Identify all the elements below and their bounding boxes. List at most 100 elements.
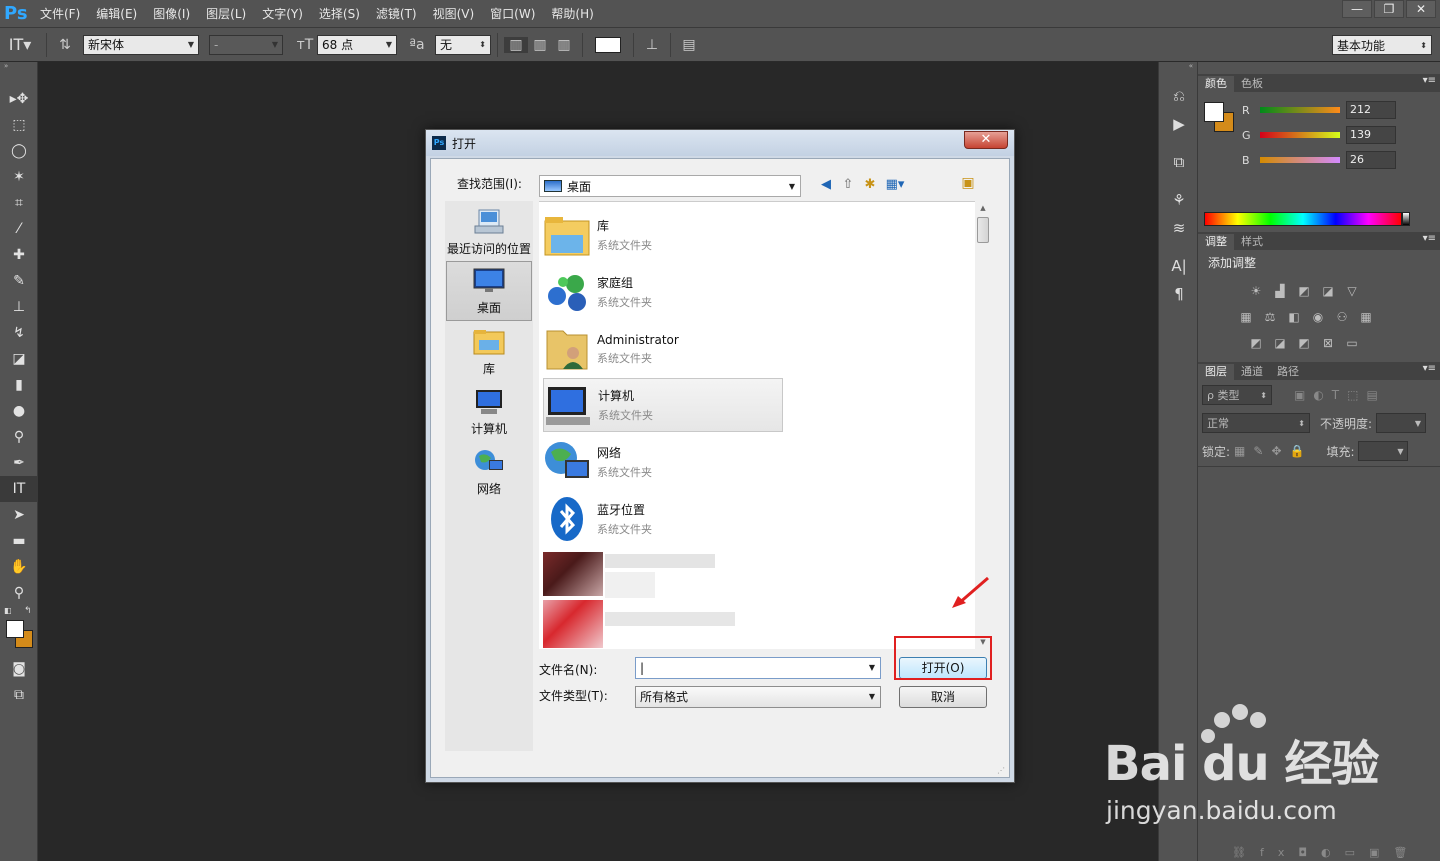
history-panel-icon[interactable]: ⎌: [1159, 82, 1199, 110]
color-balance-icon[interactable]: ⚖: [1258, 310, 1282, 328]
green-value-input[interactable]: 139: [1346, 126, 1396, 144]
menu-window[interactable]: 窗口(W): [482, 0, 543, 28]
eyedropper-tool-icon[interactable]: ⁄: [0, 216, 38, 242]
list-item[interactable]: 蓝牙位置 系统文件夹: [543, 492, 783, 546]
vibrance-icon[interactable]: ▽: [1340, 284, 1364, 302]
workspace-select[interactable]: 基本功能 ⬍: [1332, 35, 1432, 55]
cancel-button[interactable]: 取消: [899, 686, 987, 708]
up-folder-icon[interactable]: ⇧: [837, 175, 859, 195]
view-menu-icon[interactable]: ▦▾: [881, 175, 909, 195]
menu-edit[interactable]: 编辑(E): [88, 0, 145, 28]
blue-slider[interactable]: [1260, 157, 1340, 163]
tab-layers[interactable]: 图层: [1198, 364, 1234, 380]
healing-brush-tool-icon[interactable]: ✚: [0, 242, 38, 268]
red-slider[interactable]: [1260, 107, 1340, 113]
shape-tool-icon[interactable]: ▬: [0, 528, 38, 554]
stamp-tool-icon[interactable]: ⊥: [0, 294, 38, 320]
anti-alias-select[interactable]: 无 ⬍: [435, 34, 491, 55]
menu-layer[interactable]: 图层(L): [198, 0, 254, 28]
layer-filter-select[interactable]: ρ 类型 ⬍: [1202, 385, 1272, 405]
color-foreground-swatch[interactable]: [1204, 102, 1224, 122]
paragraph-panel-icon[interactable]: ¶: [1159, 280, 1199, 308]
exposure-icon[interactable]: ◪: [1316, 284, 1340, 302]
dodge-tool-icon[interactable]: ⚲: [0, 424, 38, 450]
levels-icon[interactable]: ▟: [1268, 284, 1292, 302]
magic-wand-tool-icon[interactable]: ✶: [0, 164, 38, 190]
panel-menu-icon[interactable]: ▾≡: [1423, 233, 1436, 244]
panel-menu-icon[interactable]: ▾≡: [1423, 363, 1436, 374]
posterize-icon[interactable]: ◪: [1268, 336, 1292, 354]
brightness-icon[interactable]: ☀: [1244, 284, 1268, 302]
restore-button[interactable]: ❐: [1374, 0, 1404, 18]
place-network[interactable]: 网络: [445, 441, 533, 501]
hue-saturation-icon[interactable]: ▦: [1234, 310, 1258, 328]
screen-mode-icon[interactable]: ⧉: [0, 682, 38, 708]
menu-select[interactable]: 选择(S): [311, 0, 368, 28]
menu-type[interactable]: 文字(Y): [254, 0, 311, 28]
list-item[interactable]: 库系统文件夹: [543, 208, 783, 262]
place-computer[interactable]: 计算机: [445, 381, 533, 441]
selective-color-icon[interactable]: ⊠: [1316, 336, 1340, 354]
layer-footer-icons[interactable]: ⛓fx◘◐▭▣🗑: [1232, 846, 1421, 859]
list-item[interactable]: Administrator 系统文件夹: [543, 322, 783, 376]
lock-icons[interactable]: ▦✎✥🔒: [1234, 444, 1312, 458]
favorite-folder-icon[interactable]: ▣: [957, 175, 979, 195]
align-right-icon[interactable]: ▥: [552, 37, 576, 53]
warp-text-icon[interactable]: ⊥: [640, 37, 664, 53]
invert-icon[interactable]: ◩: [1244, 336, 1268, 354]
collapse-icon[interactable]: »: [0, 62, 37, 72]
filename-input[interactable]: | ▼: [635, 657, 881, 679]
tab-adjustments[interactable]: 调整: [1198, 234, 1234, 250]
font-style-select[interactable]: - ▼: [209, 34, 283, 55]
tab-channels[interactable]: 通道: [1234, 364, 1270, 380]
default-colors-icon[interactable]: ◧: [4, 606, 12, 615]
marquee-tool-icon[interactable]: ⬚: [0, 112, 38, 138]
type-tool-preset-icon[interactable]: ⅠT▾: [0, 35, 40, 54]
brush-tool-icon[interactable]: ✎: [0, 268, 38, 294]
list-item[interactable]: 网络 系统文件夹: [543, 435, 783, 489]
crop-tool-icon[interactable]: ⌗: [0, 190, 38, 216]
align-left-icon[interactable]: ▥: [504, 36, 528, 53]
menu-file[interactable]: 文件(F): [32, 0, 88, 28]
tab-color[interactable]: 颜色: [1198, 76, 1234, 92]
type-tool-icon[interactable]: ⅠT: [0, 476, 38, 502]
photo-filter-icon[interactable]: ◉: [1306, 310, 1330, 328]
resize-grip-icon[interactable]: ⋰: [997, 766, 1005, 775]
dialog-close-button[interactable]: ✕: [964, 131, 1008, 149]
scroll-up-icon[interactable]: ▲: [975, 201, 991, 215]
tab-paths[interactable]: 路径: [1270, 364, 1306, 380]
gradient-tool-icon[interactable]: ▮: [0, 372, 38, 398]
font-family-select[interactable]: 新宋体 ▼: [83, 34, 199, 55]
curves-icon[interactable]: ◩: [1292, 284, 1316, 302]
collapse-icon[interactable]: «: [1159, 62, 1197, 74]
blur-tool-icon[interactable]: ●: [0, 398, 38, 424]
quick-mask-icon[interactable]: ◙: [0, 656, 38, 682]
red-value-input[interactable]: 212: [1346, 101, 1396, 119]
list-item[interactable]: 计算机 系统文件夹: [543, 378, 783, 432]
opacity-input[interactable]: ▼: [1376, 413, 1427, 433]
layer-filter-icons[interactable]: ▣◐T⬚▤: [1294, 388, 1386, 402]
foreground-color[interactable]: [6, 620, 24, 638]
tab-swatches[interactable]: 色板: [1234, 76, 1270, 92]
menu-filter[interactable]: 滤镜(T): [368, 0, 425, 28]
place-desktop[interactable]: 桌面: [446, 261, 532, 321]
text-color-swatch[interactable]: [595, 36, 621, 53]
filetype-select[interactable]: 所有格式 ▼: [635, 686, 881, 708]
menu-help[interactable]: 帮助(H): [543, 0, 601, 28]
minimize-button[interactable]: —: [1342, 0, 1372, 18]
place-recent[interactable]: 最近访问的位置: [445, 201, 533, 261]
layer-comps-icon[interactable]: ⧉: [1159, 148, 1199, 176]
path-selection-tool-icon[interactable]: ➤: [0, 502, 38, 528]
threshold-icon[interactable]: ◩: [1292, 336, 1316, 354]
swap-colors-icon[interactable]: ↰: [24, 606, 32, 616]
character-panel-icon[interactable]: ▤: [677, 37, 701, 53]
back-icon[interactable]: ◀: [815, 175, 837, 195]
menu-view[interactable]: 视图(V): [425, 0, 483, 28]
align-center-icon[interactable]: ▥: [528, 37, 552, 53]
eraser-tool-icon[interactable]: ◪: [0, 346, 38, 372]
scroll-thumb[interactable]: [977, 217, 989, 243]
move-tool-icon[interactable]: ▸✥: [0, 86, 38, 112]
black-white-icon[interactable]: ◧: [1282, 310, 1306, 328]
brush-presets-icon[interactable]: ≋: [1159, 214, 1199, 242]
place-libraries[interactable]: 库: [445, 321, 533, 381]
